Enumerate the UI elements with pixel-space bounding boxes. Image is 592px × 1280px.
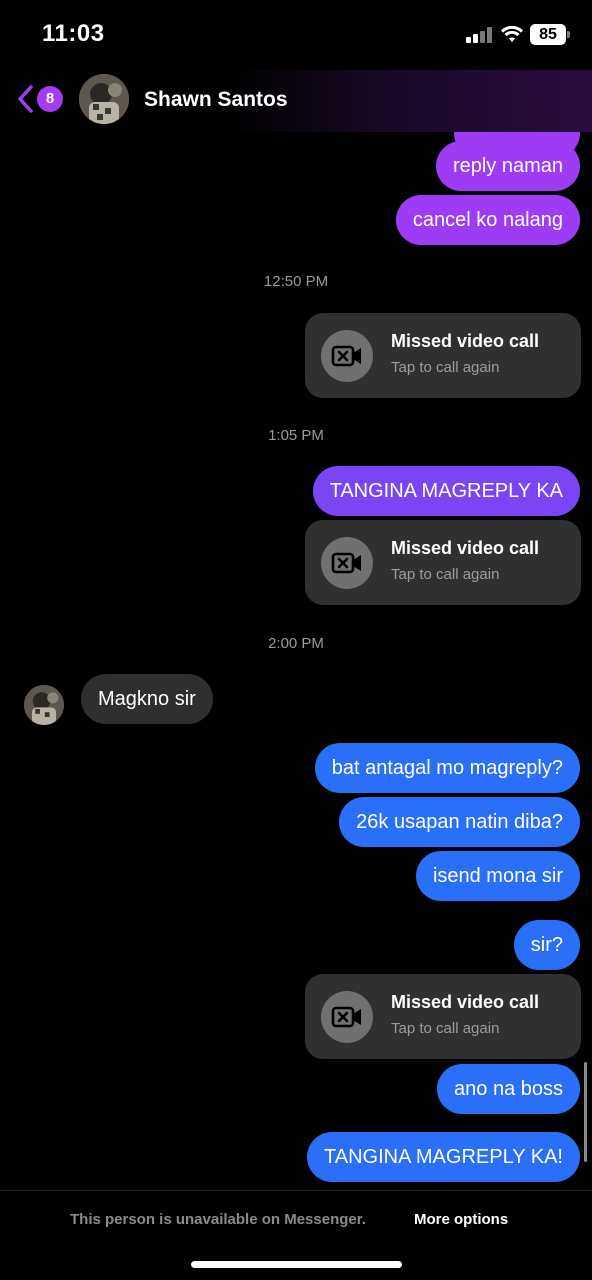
call-subtitle[interactable]: Tap to call again <box>391 359 499 376</box>
composer-footer: This person is unavailable on Messenger.… <box>0 1190 592 1280</box>
message-bubble-incoming[interactable]: Magkno sir <box>81 674 213 724</box>
message-bubble-outgoing[interactable]: isend mona sir <box>415 851 580 901</box>
status-time: 11:03 <box>42 20 105 47</box>
missed-video-call-card[interactable]: Missed video call Tap to call again <box>305 974 581 1059</box>
contact-name[interactable]: Shawn Santos <box>144 88 288 112</box>
video-call-missed-icon <box>321 330 373 382</box>
battery-icon: 85 <box>530 24 570 45</box>
message-bubble-outgoing[interactable]: ano na boss <box>437 1064 580 1114</box>
wifi-icon <box>501 25 523 42</box>
message-thread[interactable]: reply naman cancel ko nalang 12:50 PM Mi… <box>0 132 592 1190</box>
call-title: Missed video call <box>391 331 540 351</box>
call-subtitle[interactable]: Tap to call again <box>391 566 499 583</box>
message-bubble-outgoing[interactable]: TANGINA MAGREPLY KA! <box>307 1132 580 1182</box>
timestamp: 2:00 PM <box>268 635 324 652</box>
missed-video-call-card[interactable]: Missed video call Tap to call again <box>305 520 581 605</box>
chat-header: 8 Shawn Santos <box>0 70 592 132</box>
call-subtitle[interactable]: Tap to call again <box>391 1020 499 1037</box>
call-title: Missed video call <box>391 538 540 558</box>
message-bubble-outgoing[interactable]: TANGINA MAGREPLY KA <box>312 466 580 516</box>
message-bubble-outgoing[interactable]: bat antagal mo magreply? <box>314 743 580 793</box>
contact-avatar[interactable] <box>79 74 129 124</box>
call-title: Missed video call <box>391 992 540 1012</box>
unavailable-notice: This person is unavailable on Messenger. <box>70 1211 366 1228</box>
signal-icon <box>466 27 494 43</box>
message-bubble-outgoing[interactable]: 26k usapan natin diba? <box>339 797 580 847</box>
message-bubble-outgoing[interactable]: cancel ko nalang <box>395 195 580 245</box>
status-bar: 11:03 85 <box>0 0 592 70</box>
more-options-link[interactable]: More options <box>414 1211 508 1228</box>
video-call-missed-icon <box>321 537 373 589</box>
missed-video-call-card[interactable]: Missed video call Tap to call again <box>305 313 581 398</box>
contact-avatar-small[interactable] <box>24 685 64 725</box>
message-bubble-outgoing[interactable]: sir? <box>513 920 580 970</box>
back-chevron-icon[interactable] <box>16 84 34 114</box>
timestamp: 1:05 PM <box>268 427 324 444</box>
scrollbar[interactable] <box>584 1062 587 1162</box>
message-bubble-outgoing[interactable]: reply naman <box>435 141 580 191</box>
home-indicator[interactable] <box>191 1261 402 1268</box>
timestamp: 12:50 PM <box>263 273 329 290</box>
video-call-missed-icon <box>321 991 373 1043</box>
unread-badge[interactable]: 8 <box>37 86 63 112</box>
